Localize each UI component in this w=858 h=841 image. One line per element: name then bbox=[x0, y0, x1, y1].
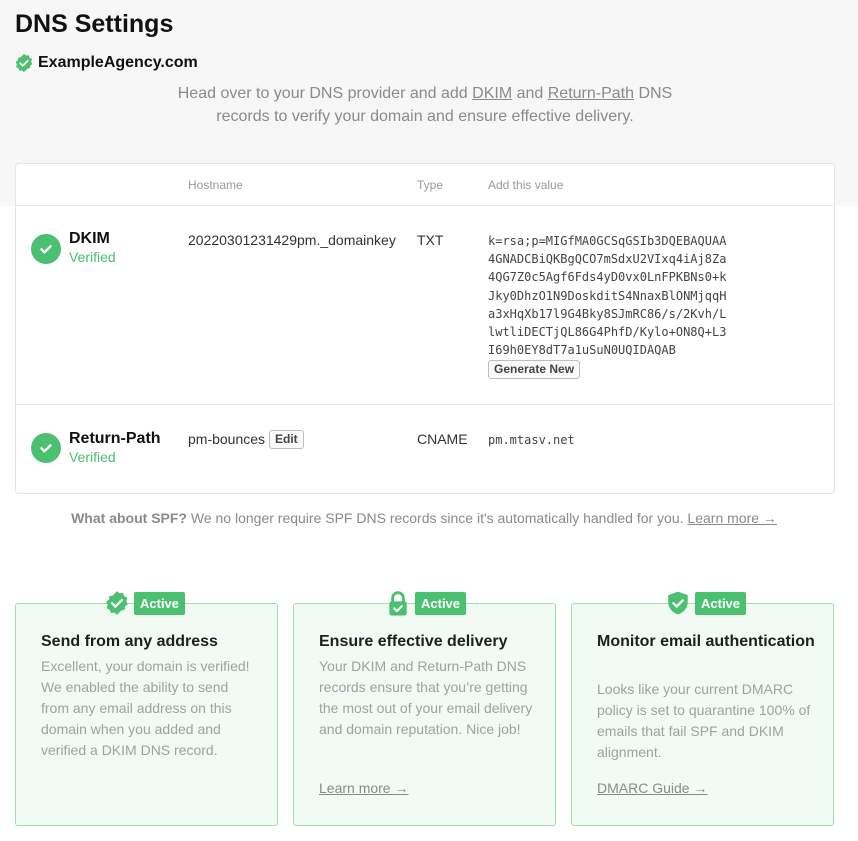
spf-question: What about SPF? bbox=[71, 510, 187, 526]
header-divider bbox=[16, 205, 834, 206]
record-value: pm.mtasv.net bbox=[488, 433, 575, 447]
feature-title: Ensure effective delivery bbox=[319, 633, 508, 650]
shield-check-icon bbox=[665, 590, 691, 616]
hostname-header: Hostname bbox=[188, 178, 243, 192]
feature-description: Excellent, your domain is verified! We e… bbox=[41, 658, 250, 758]
lock-icon bbox=[385, 590, 411, 616]
verified-badge-icon bbox=[104, 590, 130, 616]
record-type: CNAME bbox=[417, 431, 468, 447]
record-name: DKIM bbox=[69, 230, 110, 247]
record-value: k=rsa;p=MIGfMA0GCSqGSIb3DQEBAQUAA 4GNADCB… bbox=[488, 234, 727, 358]
feature-card-send-from-any-address: Active Send from any address Excellent, … bbox=[15, 591, 278, 826]
record-type: TXT bbox=[417, 232, 444, 248]
learn-more-link[interactable]: Learn more → bbox=[319, 780, 408, 796]
edit-hostname-button[interactable]: Edit bbox=[269, 430, 304, 449]
check-circle-icon bbox=[31, 433, 61, 463]
active-badge: Active bbox=[134, 591, 186, 615]
feature-title: Send from any address bbox=[41, 633, 218, 650]
check-circle-icon bbox=[31, 234, 61, 264]
active-badge: Active bbox=[415, 591, 467, 615]
feature-card-effective-delivery: Active Ensure effective delivery Your DK… bbox=[293, 591, 556, 826]
spf-note: What about SPF? We no longer require SPF… bbox=[71, 510, 777, 526]
record-status: Verified bbox=[69, 449, 116, 465]
feature-badge: Active bbox=[385, 590, 467, 616]
intro-text: Head over to your DNS provider and add D… bbox=[177, 85, 673, 125]
spf-learn-more-link[interactable]: Learn more → bbox=[687, 510, 776, 526]
feature-description: Your DKIM and Return-Path DNS records en… bbox=[319, 658, 533, 737]
record-name: Return-Path bbox=[69, 430, 161, 447]
value-header: Add this value bbox=[488, 178, 564, 192]
dmarc-guide-link[interactable]: DMARC Guide → bbox=[597, 780, 707, 796]
record-hostname: 20220301231429pm._domainkey bbox=[188, 232, 396, 248]
page-title: DNS Settings bbox=[15, 10, 174, 38]
row-divider bbox=[16, 404, 834, 405]
dkim-link[interactable]: DKIM bbox=[472, 85, 512, 102]
domain-name: ExampleAgency.com bbox=[38, 54, 198, 71]
verified-badge-icon bbox=[14, 53, 34, 73]
return-path-link[interactable]: Return-Path bbox=[548, 85, 634, 102]
feature-badge: Active bbox=[104, 590, 186, 616]
record-status: Verified bbox=[69, 249, 116, 265]
type-header: Type bbox=[417, 178, 444, 192]
feature-description: Looks like your current DMARC policy is … bbox=[597, 681, 811, 760]
dns-records-table: Hostname Type Add this value DKIM Verifi… bbox=[15, 163, 835, 494]
feature-badge: Active bbox=[665, 590, 747, 616]
active-badge: Active bbox=[695, 591, 747, 615]
feature-card-monitor-authentication: Active Monitor email authentication Look… bbox=[571, 591, 834, 826]
generate-new-button[interactable]: Generate New bbox=[488, 360, 581, 379]
feature-title: Monitor email authentication bbox=[597, 633, 815, 650]
domain-row: ExampleAgency.com bbox=[14, 53, 198, 73]
record-hostname: pm-bounces bbox=[188, 431, 266, 447]
